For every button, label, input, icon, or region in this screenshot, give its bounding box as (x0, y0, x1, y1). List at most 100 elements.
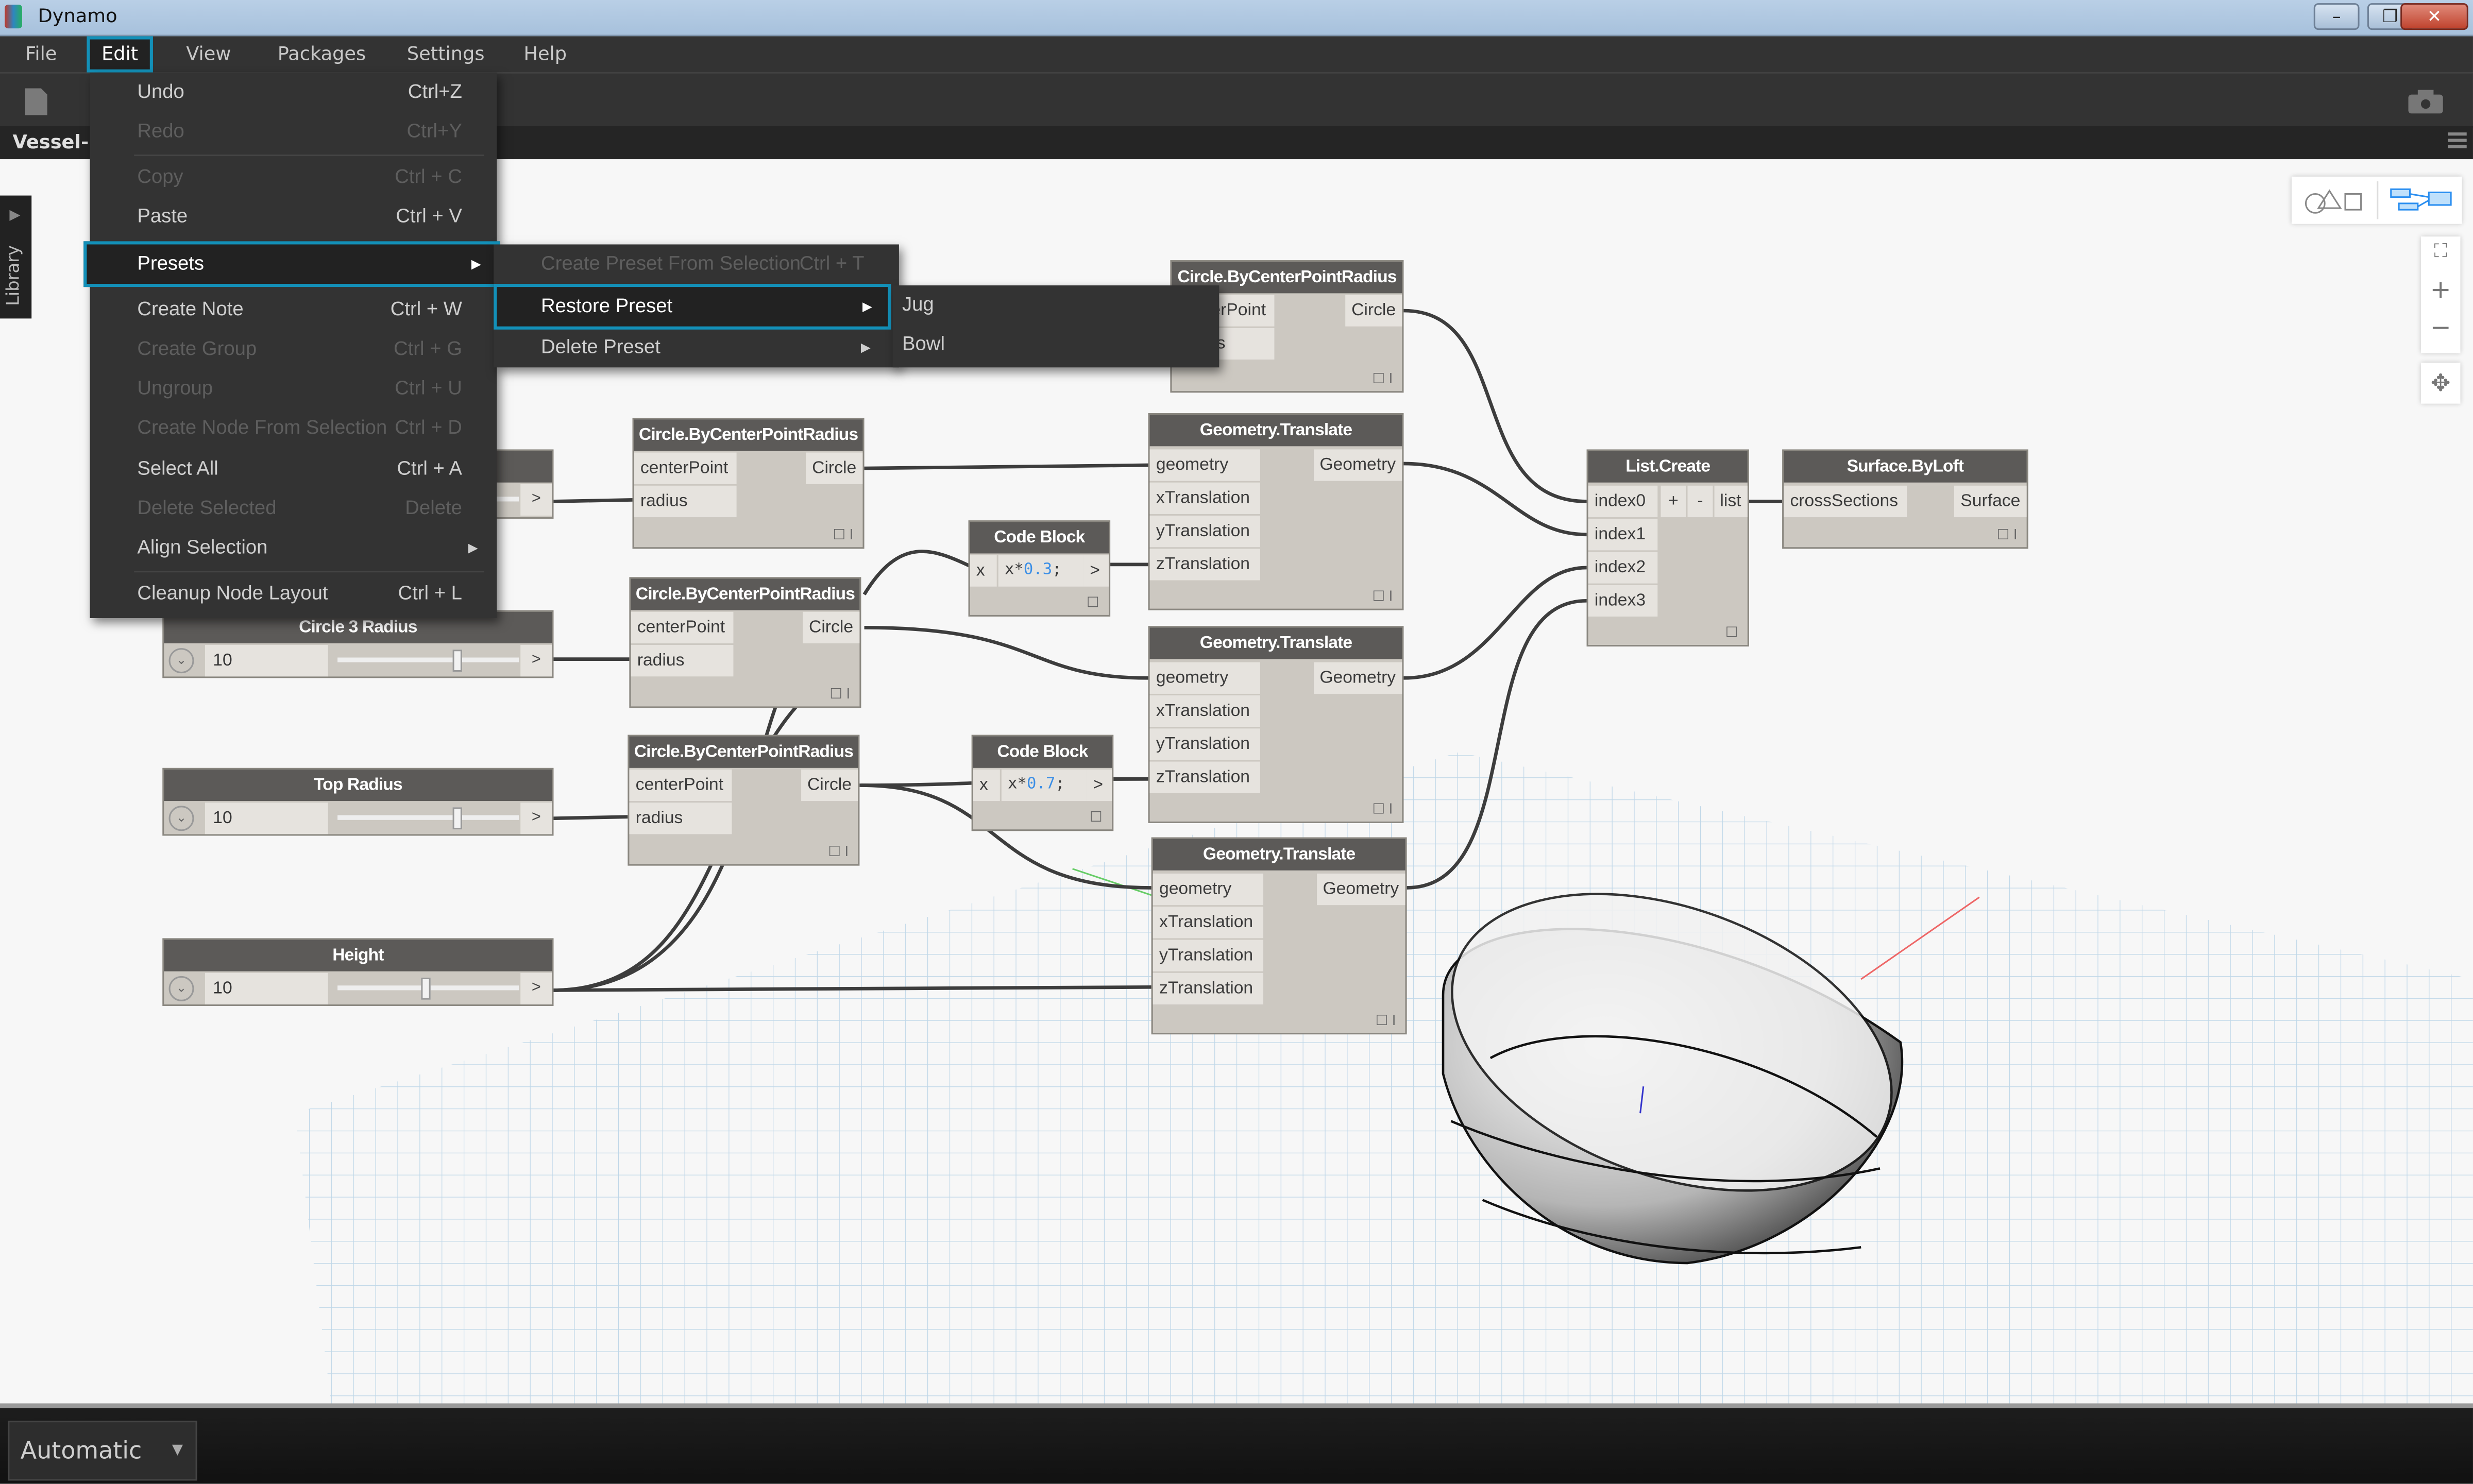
pan-button[interactable]: ✥ (2420, 363, 2461, 404)
output-port[interactable]: > (520, 803, 552, 834)
graph-view-icon[interactable] (2390, 187, 2452, 213)
input-port-index0[interactable]: index0 (1588, 485, 1658, 518)
surface-byloft-node[interactable]: Surface.ByLoft crossSections Surface ☐ ǀ (1782, 449, 2028, 549)
input-port-radius[interactable]: radius (631, 645, 734, 677)
input-port-x[interactable]: x (970, 555, 997, 587)
geometry-view-icon[interactable] (2302, 186, 2365, 214)
expand-library-icon[interactable]: ▶ (9, 208, 20, 224)
input-port-centerpoint[interactable]: centerPoint (631, 611, 734, 643)
slider-value[interactable]: 10 (205, 645, 328, 677)
input-port-index1[interactable]: index1 (1588, 519, 1658, 551)
menu-item-select-all[interactable]: Select All Ctrl + A (90, 449, 497, 489)
input-port-ztranslation[interactable]: zTranslation (1149, 761, 1260, 793)
preview-toggle-icon[interactable]: ☐ ǀ (1372, 801, 1393, 818)
menu-item-preset-jug[interactable]: Jug (893, 285, 1219, 325)
output-port-circle[interactable]: Circle (805, 452, 863, 484)
circle-node-c[interactable]: Circle.ByCenterPointRadius centerPoint r… (628, 735, 860, 866)
slider-thumb[interactable] (452, 807, 462, 830)
code-editor[interactable]: x*0.3; (998, 555, 1084, 587)
slider-thumb[interactable] (421, 977, 431, 1000)
menu-item-align-selection[interactable]: Align Selection ▶ (90, 528, 497, 568)
code-block-node[interactable]: Code Block x x*0.7; > ☐ (971, 735, 1114, 831)
input-port-ztranslation[interactable]: zTranslation (1149, 549, 1260, 581)
code-block-node[interactable]: Code Block x x*0.3; > ☐ (968, 520, 1111, 617)
preview-toggle-icon[interactable]: ☐ ǀ (829, 686, 850, 704)
output-port[interactable]: > (520, 484, 552, 516)
circle3-radius-slider-node[interactable]: Circle 3 Radius ⌄ 10 > (162, 610, 554, 678)
menu-file[interactable]: File (12, 36, 69, 72)
output-port[interactable]: > (520, 645, 552, 677)
input-port-x[interactable]: x (973, 769, 1000, 801)
output-port-circle[interactable]: Circle (1345, 295, 1402, 327)
preview-toggle-icon[interactable]: ☐ (1087, 594, 1099, 612)
add-input-button[interactable]: + (1661, 485, 1686, 518)
preview-toggle-icon[interactable]: ☐ ǀ (1997, 526, 2018, 544)
library-toggle[interactable]: ▶ Library (0, 195, 32, 319)
top-radius-slider-node[interactable]: Top Radius ⌄ 10 > (162, 767, 554, 836)
run-mode-dropdown[interactable]: Automatic ▼ (8, 1421, 197, 1481)
preview-toggle-icon[interactable]: ☐ (1725, 624, 1738, 642)
menu-item-paste[interactable]: Paste Ctrl + V (90, 197, 497, 237)
preview-toggle-icon[interactable]: ☐ ǀ (828, 844, 849, 861)
code-editor[interactable]: x*0.7; (1001, 769, 1087, 801)
output-port[interactable]: > (1083, 555, 1109, 587)
input-port-ztranslation[interactable]: zTranslation (1153, 973, 1264, 1004)
preview-toggle-icon[interactable]: ☐ ǀ (833, 526, 854, 544)
slider-thumb[interactable] (452, 650, 462, 672)
menu-item-undo[interactable]: Undo Ctrl+Z (90, 73, 497, 112)
output-port-circle[interactable]: Circle (801, 769, 858, 801)
hamburger-menu-icon[interactable] (2447, 132, 2467, 151)
input-port-xtranslation[interactable]: xTranslation (1149, 695, 1260, 727)
output-port-geometry[interactable]: Geometry (1313, 662, 1402, 694)
output-port-surface[interactable]: Surface (1954, 485, 2027, 518)
menu-settings[interactable]: Settings (394, 36, 497, 72)
input-port-centerpoint[interactable]: centerPoint (634, 452, 737, 484)
menu-item-preset-bowl[interactable]: Bowl (893, 325, 1219, 365)
geometry-translate-node[interactable]: Geometry.Translate geometry xTranslation… (1148, 413, 1404, 610)
input-port-ytranslation[interactable]: yTranslation (1153, 940, 1264, 971)
input-port-geometry[interactable]: geometry (1153, 873, 1264, 906)
close-button[interactable]: ✕ (2400, 3, 2468, 30)
circle-node-a[interactable]: Circle.ByCenterPointRadius centerPoint r… (632, 418, 865, 549)
output-port[interactable]: > (520, 973, 552, 1004)
input-port-index3[interactable]: index3 (1588, 585, 1658, 617)
slider-track[interactable] (337, 815, 519, 820)
input-port-crosssections[interactable]: crossSections (1784, 485, 1907, 518)
output-port-geometry[interactable]: Geometry (1316, 873, 1405, 906)
input-port-geometry[interactable]: geometry (1149, 662, 1260, 694)
output-port-circle[interactable]: Circle (802, 611, 860, 643)
zoom-out-icon[interactable]: − (2421, 312, 2461, 347)
height-slider-node[interactable]: Height ⌄ 10 > (162, 938, 554, 1007)
input-port-index2[interactable]: index2 (1588, 552, 1658, 584)
menu-item-delete-preset[interactable]: Delete Preset ▶ (494, 328, 899, 368)
menu-packages[interactable]: Packages (265, 36, 378, 72)
zoom-in-icon[interactable]: + (2421, 275, 2461, 309)
input-port-radius[interactable]: radius (634, 485, 737, 518)
menu-item-create-note[interactable]: Create Note Ctrl + W (90, 290, 497, 330)
input-port-xtranslation[interactable]: xTranslation (1153, 907, 1264, 939)
list-create-node[interactable]: List.Create index0 index1 index2 index3 … (1586, 449, 1749, 647)
input-port-geometry[interactable]: geometry (1149, 449, 1260, 481)
preview-toggle-icon[interactable]: ☐ (1090, 809, 1103, 826)
preview-toggle-icon[interactable]: ☐ ǀ (1372, 370, 1393, 388)
slider-track[interactable] (337, 657, 519, 662)
geometry-translate-node[interactable]: Geometry.Translate geometry xTranslation… (1151, 837, 1407, 1035)
new-file-icon[interactable] (25, 88, 47, 115)
input-port-xtranslation[interactable]: xTranslation (1149, 482, 1260, 514)
menu-help[interactable]: Help (511, 36, 580, 72)
input-port-ytranslation[interactable]: yTranslation (1149, 516, 1260, 548)
input-port-radius[interactable]: radius (629, 803, 732, 834)
expand-chevron-icon[interactable]: ⌄ (168, 806, 194, 831)
menu-edit[interactable]: Edit (87, 36, 153, 73)
remove-input-button[interactable]: - (1687, 485, 1713, 518)
menu-item-restore-preset[interactable]: Restore Preset ▶ (494, 284, 891, 330)
preview-toggle-icon[interactable]: ☐ ǀ (1372, 588, 1393, 606)
output-port-geometry[interactable]: Geometry (1313, 449, 1402, 481)
output-port-list[interactable]: list (1714, 485, 1748, 518)
input-port-ytranslation[interactable]: yTranslation (1149, 728, 1260, 760)
output-port[interactable]: > (1087, 769, 1112, 801)
expand-chevron-icon[interactable]: ⌄ (168, 648, 194, 674)
geometry-translate-node[interactable]: Geometry.Translate geometry xTranslation… (1148, 626, 1404, 823)
menu-item-presets[interactable]: Presets ▶ (83, 241, 500, 287)
minimize-button[interactable]: – (2313, 3, 2360, 30)
